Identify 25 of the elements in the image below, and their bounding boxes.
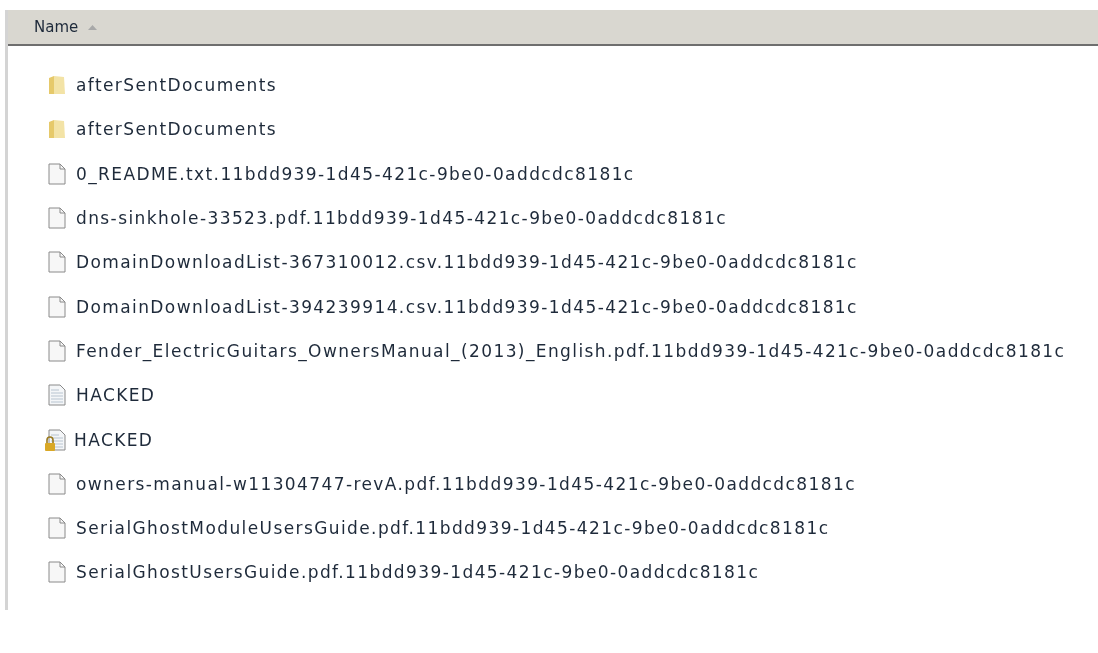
file-name[interactable]: afterSentDocuments <box>76 119 278 140</box>
file-name[interactable]: dns-sinkhole-33523.pdf.11bdd939-1d45-421c-9be0-0addcdc8181c <box>76 208 727 229</box>
file-icon <box>48 561 66 584</box>
file-icon <box>48 162 66 185</box>
locked-text-file-icon <box>44 428 66 451</box>
file-name[interactable]: DomainDownloadList-367310012.csv.11bdd939-1d45-421c-9be0-0addcdc8181c <box>76 252 858 273</box>
file-icon <box>48 339 66 362</box>
file-name[interactable]: HACKED <box>76 385 156 406</box>
file-icon <box>48 517 66 540</box>
file-icon <box>48 207 66 230</box>
file-icon <box>48 472 66 495</box>
file-name[interactable]: SerialGhostUsersGuide.pdf.11bdd939-1d45-421c-9be0-0addcdc8181c <box>76 562 760 583</box>
file-name[interactable]: 0_README.txt.11bdd939-1d45-421c-9be0-0addcdc8181c <box>76 163 635 184</box>
text-file-icon <box>48 384 66 407</box>
file-name[interactable]: HACKED <box>74 429 154 450</box>
file-icon <box>48 251 66 274</box>
folder-icon <box>48 75 66 96</box>
file-icon <box>48 295 66 318</box>
file-name[interactable]: owners-manual-w11304747-revA.pdf.11bdd939-1d45-421c-9be0-0addcdc8181c <box>76 473 856 494</box>
file-name[interactable]: DomainDownloadList-394239914.csv.11bdd939-1d45-421c-9be0-0addcdc8181c <box>76 296 858 317</box>
file-name[interactable]: afterSentDocuments <box>76 75 278 96</box>
file-name[interactable]: Fender_ElectricGuitars_OwnersManual_(2013)_English.pdf.11bdd939-1d45-421c-9be0-0addcdc8181c <box>76 340 1066 361</box>
folder-icon <box>48 119 66 140</box>
column-header[interactable]: Name <box>8 10 1098 46</box>
file-name[interactable]: SerialGhostModuleUsersGuide.pdf.11bdd939-1d45-421c-9be0-0addcdc8181c <box>76 518 830 539</box>
